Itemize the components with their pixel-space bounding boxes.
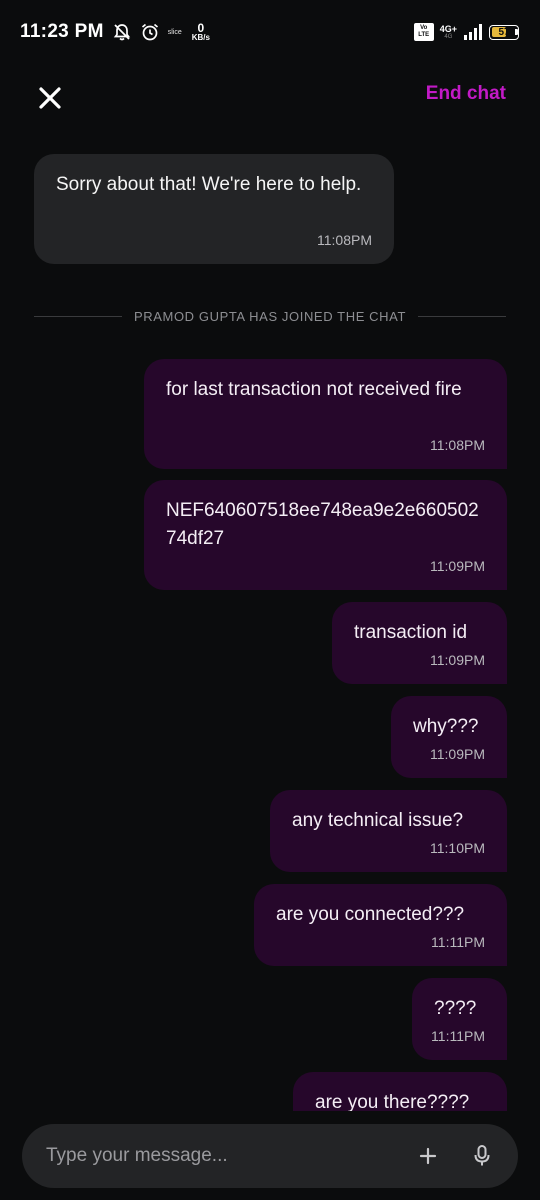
user-message: ???? 11:11PM [412, 978, 507, 1060]
network-speed-unit: KB/s [191, 33, 210, 42]
network-type-label: 4G+ [439, 23, 457, 34]
message-text: ???? [434, 998, 477, 1019]
network-type: 4G+ 4G [439, 23, 457, 40]
battery-icon: 57 [489, 24, 519, 40]
network-sub-label: 4G [444, 33, 453, 40]
user-message: transaction id 11:09PM [332, 602, 507, 684]
attach-button[interactable] [410, 1138, 446, 1174]
message-time: 11:08PM [430, 437, 485, 453]
message-time: 11:09PM [430, 746, 485, 762]
user-message: are you there???? [293, 1072, 507, 1111]
message-text: NEF640607518ee748ea9e2e66050274df27 [166, 500, 479, 549]
chat-header: End chat [0, 64, 540, 126]
message-text: why??? [413, 716, 479, 737]
volte-badge: Vo LTE [413, 23, 434, 41]
alarm-icon [140, 22, 160, 42]
agent-message: Sorry about that! We're here to help. 11… [34, 154, 394, 264]
microphone-icon [474, 1145, 490, 1166]
status-right: Vo LTE 4G+ 4G 57 [413, 23, 519, 41]
message-text: transaction id [354, 622, 468, 643]
chat-messages[interactable]: Sorry about that! We're here to help. 11… [0, 126, 540, 1111]
status-time: 11:23 PM [20, 21, 104, 42]
message-text: any technical issue? [292, 810, 464, 831]
message-input[interactable] [44, 1135, 410, 1177]
end-chat-button[interactable]: End chat [426, 83, 506, 105]
message-text: are you there???? [315, 1092, 470, 1111]
user-message: why??? 11:09PM [391, 696, 507, 778]
user-message: any technical issue? 11:10PM [270, 790, 507, 872]
plus-icon [419, 1147, 437, 1165]
message-time: 11:10PM [430, 840, 485, 856]
system-notice-text: PRAMOD GUPTA HAS JOINED THE CHAT [134, 308, 407, 324]
battery-indicator: 57 [489, 24, 519, 40]
message-time: 11:11PM [431, 1028, 485, 1044]
user-message: NEF640607518ee748ea9e2e66050274df27 11:0… [144, 480, 507, 590]
message-text: are you connected??? [276, 904, 465, 925]
battery-level: 57 [498, 26, 510, 38]
message-time: 11:09PM [430, 558, 485, 574]
voice-input-button[interactable] [464, 1138, 500, 1174]
message-time: 11:09PM [430, 652, 485, 668]
message-text: Sorry about that! We're here to help. [56, 174, 362, 195]
user-message: are you connected??? 11:11PM [254, 884, 507, 966]
message-time: 11:08PM [317, 232, 372, 248]
divider-left [34, 315, 122, 317]
user-message: for last transaction not received fire 1… [144, 359, 507, 469]
message-text: for last transaction not received fire [166, 379, 462, 400]
slice-app-label: slice [167, 28, 182, 36]
status-left: 11:23 PM slice 0 KB/s [20, 21, 210, 43]
status-bar: 11:23 PM slice 0 KB/s Vo LTE 4G+ 4G 57 [0, 0, 540, 64]
system-notice: PRAMOD GUPTA HAS JOINED THE CHAT [34, 304, 507, 328]
close-icon [39, 87, 61, 109]
signal-strength-icon [463, 24, 483, 40]
close-button[interactable] [30, 78, 70, 118]
divider-right [418, 315, 507, 317]
chat-screen: 11:23 PM slice 0 KB/s Vo LTE 4G+ 4G 57 E… [0, 0, 540, 1200]
message-composer [22, 1124, 518, 1188]
notifications-muted-icon [112, 22, 132, 42]
message-time: 11:11PM [431, 934, 485, 950]
network-speed: 0 KB/s [192, 22, 210, 42]
